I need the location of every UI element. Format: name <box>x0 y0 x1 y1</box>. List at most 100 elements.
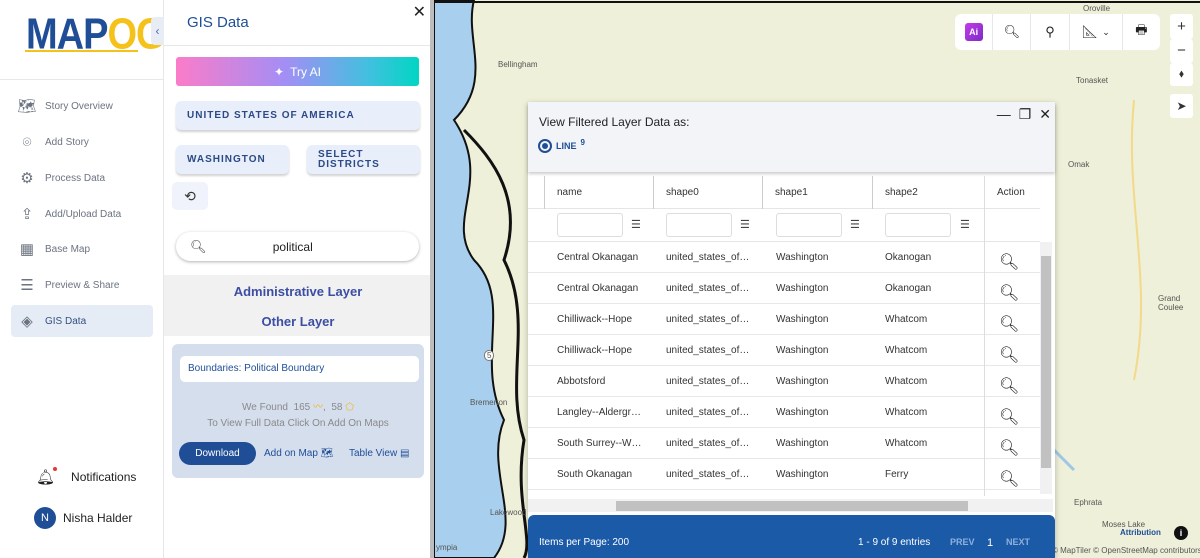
map-label: Bremerton <box>470 398 508 407</box>
close-panel-icon[interactable]: ✕ <box>413 2 426 22</box>
print-button[interactable]: 🖶 <box>1123 14 1160 50</box>
country-select[interactable]: UNITED STATES OF AMERICA <box>176 101 420 130</box>
prev-button[interactable]: PREV <box>950 537 975 547</box>
filter-row: ☰ ☰ ☰ ☰ <box>528 209 1040 242</box>
table-cell: Okanogan <box>885 283 932 294</box>
sidebar-item-base-map[interactable]: ▦ Base Map <box>11 233 153 265</box>
column-shape2[interactable]: shape2 <box>872 176 918 209</box>
layer-result-card: Boundaries: Political Boundary We Found … <box>172 344 424 478</box>
other-layer-tab[interactable]: Other Layer <box>164 314 432 329</box>
ruler-icon: 📐︎ <box>1081 24 1099 39</box>
column-name[interactable]: name <box>544 176 582 209</box>
table-cell: Washington <box>776 252 829 263</box>
table-cell: Chilliwack--Hope <box>557 314 633 325</box>
table-row[interactable]: Central Okanagan united_states_of_america… <box>528 242 1040 273</box>
minimize-icon[interactable]: — <box>997 106 1011 123</box>
sidebar-item-process-data[interactable]: ⚙ Process Data <box>11 162 153 194</box>
table-cell: united_states_of_america <box>666 469 752 480</box>
pin-tool-button[interactable]: ⚲ <box>1031 14 1070 50</box>
table-cell: Washington <box>776 407 829 418</box>
table-cell: Whatcom <box>885 438 928 449</box>
sidebar-item-preview-share[interactable]: ☰ Preview & Share <box>11 269 153 301</box>
collapse-sidebar-button[interactable]: ‹ <box>151 17 164 45</box>
table-view-button[interactable]: Table View ▤ <box>349 448 409 459</box>
table-cell: Okanogan <box>885 252 932 263</box>
column-shape0[interactable]: shape0 <box>653 176 699 209</box>
filter-icon[interactable]: ☰ <box>960 218 970 231</box>
logo-underline <box>25 50 138 52</box>
table-row[interactable]: Chilliwack--Hope united_states_of_america… <box>528 335 1040 366</box>
zoom-out-button[interactable]: − <box>1170 39 1193 63</box>
table-row[interactable]: Central Okanagan united_states_of_america… <box>528 273 1040 304</box>
sidebar-item-add-upload-data[interactable]: ⇪ Add/Upload Data <box>11 198 153 230</box>
mapog-logo: MAPOG <box>26 10 166 60</box>
shape2-filter-input[interactable] <box>885 213 951 237</box>
printer-icon: 🖶 <box>1135 22 1148 37</box>
maximize-icon[interactable]: ❐ <box>1019 106 1032 123</box>
gis-data-panel: GIS Data ✕ ✦ Try AI UNITED STATES OF AMER… <box>164 0 432 558</box>
state-select[interactable]: WASHINGTON <box>176 145 289 174</box>
map-copyright: © MapTiler © OpenStreetMap contributors <box>1052 546 1200 555</box>
table-row[interactable]: Abbotsford united_states_of_america Washin… <box>528 366 1040 397</box>
try-ai-button[interactable]: ✦ Try AI <box>176 57 419 86</box>
add-on-map-button[interactable]: Add on Map 🗺 <box>264 448 333 459</box>
compass-icon[interactable]: ⬧ <box>1170 63 1193 86</box>
map-label: Bellingham <box>498 60 538 69</box>
table-cell: Chilliwack--Hope <box>557 345 633 356</box>
modal-header: View Filtered Layer Data as: LINE 9 — ❐ ✕ <box>528 102 1055 172</box>
attribution-link[interactable]: Attribution <box>1120 528 1161 537</box>
vertical-scrollbar[interactable] <box>1040 242 1052 494</box>
zoom-in-button[interactable]: + <box>1170 14 1193 39</box>
administrative-layer-tab[interactable]: Administrative Layer <box>164 284 432 299</box>
table-row[interactable]: Langley--Aldergrove united_states_of_amer… <box>528 397 1040 428</box>
layer-search[interactable]: 🔍︎ <box>176 232 419 261</box>
info-icon[interactable]: i <box>1174 526 1188 540</box>
user-profile[interactable]: N Nisha Halder <box>34 507 132 529</box>
column-shape1[interactable]: shape1 <box>762 176 808 209</box>
zoom-to-feature-icon[interactable]: 🔍︎ <box>999 464 1019 495</box>
radio-selected-icon <box>538 139 552 153</box>
layer-categories: Administrative Layer Other Layer <box>164 275 432 336</box>
chevron-down-icon: ⌄ <box>1102 26 1110 37</box>
name-filter-input[interactable] <box>557 213 623 237</box>
table-cell: South Surrey--White Rock <box>557 438 643 449</box>
map-label: ympia <box>436 543 458 552</box>
locate-me-icon[interactable]: ➤ <box>1170 94 1193 118</box>
divider <box>164 45 432 46</box>
hint-text: To View Full Data Click On Add On Maps <box>207 418 389 429</box>
sidebar-item-story-overview[interactable]: 🗺 Story Overview <box>11 90 153 122</box>
ai-tool-button[interactable]: Ai <box>955 14 994 50</box>
next-button[interactable]: NEXT <box>1006 537 1030 547</box>
table-row[interactable]: South Okanagan united_states_of_america Wa… <box>528 459 1040 490</box>
table-cell: Washington <box>776 376 829 387</box>
sidebar-item-gis-data[interactable]: ◈ GIS Data <box>11 305 153 337</box>
filter-icon[interactable]: ☰ <box>850 218 860 231</box>
table-row[interactable]: Chilliwack--Hope united_states_of_america… <box>528 304 1040 335</box>
table-row[interactable]: South Surrey--White Rock united_states_of… <box>528 428 1040 459</box>
line-radio[interactable]: LINE 9 <box>538 138 585 153</box>
filter-icon[interactable]: ☰ <box>740 218 750 231</box>
location-pin-icon: ⌾ <box>22 133 32 151</box>
process-data-icon: ⚙ <box>20 170 34 187</box>
items-per-page[interactable]: Items per Page: 200 <box>539 537 629 548</box>
shape0-filter-input[interactable] <box>666 213 732 237</box>
table-cell: Washington <box>776 314 829 325</box>
notifications-button[interactable]: 🔔︎ Notifications <box>36 467 136 486</box>
districts-select[interactable]: SELECT DISTRICTS <box>307 145 420 174</box>
measure-tool-dropdown[interactable]: 📐︎ ⌄ <box>1070 14 1123 50</box>
reset-icon[interactable]: ⟲ <box>172 182 208 210</box>
table-cell: South Okanagan <box>557 469 633 480</box>
pagination-footer: Items per Page: 200 1 - 9 of 9 entries P… <box>528 515 1055 558</box>
table-cell: Washington <box>776 283 829 294</box>
sidebar-item-add-story[interactable]: ⌾ Add Story <box>11 126 153 158</box>
table-cell: united_states_of_america <box>666 283 752 294</box>
shape1-filter-input[interactable] <box>776 213 842 237</box>
horizontal-scrollbar[interactable] <box>528 499 1053 512</box>
page-number[interactable]: 1 <box>987 537 993 549</box>
search-map-button[interactable]: 🔍︎ <box>993 14 1032 50</box>
filter-icon[interactable]: ☰ <box>631 218 641 231</box>
close-icon[interactable]: ✕ <box>1039 106 1051 123</box>
search-input[interactable] <box>206 239 379 254</box>
download-button[interactable]: Download <box>179 442 256 465</box>
line-icon: 〰 <box>313 402 324 413</box>
